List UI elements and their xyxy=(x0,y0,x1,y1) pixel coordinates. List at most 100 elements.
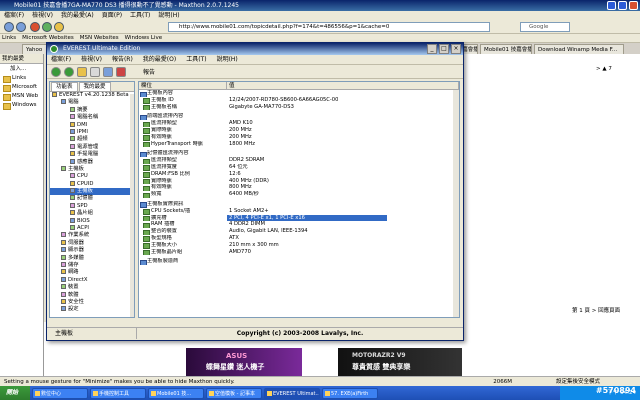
links-item[interactable]: MSN Websites xyxy=(80,34,119,42)
everest-window[interactable]: EVEREST Ultimate Edition _ □ × 檔案(F) 檢視(… xyxy=(46,42,464,341)
sidebar-item-msn[interactable]: MSN Web xyxy=(0,92,43,101)
minimize-button[interactable] xyxy=(607,1,616,10)
list-row[interactable]: RAM 插槽 4 DDR2 DIMM xyxy=(139,221,459,229)
close-button[interactable]: × xyxy=(451,44,461,54)
sidebar-item-links[interactable]: Links xyxy=(0,74,43,83)
list-row[interactable]: 主機板晶片組 AMD770 xyxy=(139,249,459,256)
tab-favorites[interactable]: 我的最愛 xyxy=(78,82,111,91)
report-button[interactable]: 報告 xyxy=(133,67,155,76)
maximize-button[interactable]: □ xyxy=(439,44,449,54)
tree-node[interactable]: BIOS xyxy=(50,217,134,225)
tree-node[interactable]: ACPI xyxy=(50,225,134,232)
list-row[interactable]: 匯流排類型 DDR2 SDRAM xyxy=(139,157,459,164)
sidebar-item-windows[interactable]: Windows xyxy=(0,101,43,110)
menu-file[interactable]: 檔案(F) xyxy=(4,11,24,20)
forward-icon[interactable] xyxy=(16,22,26,32)
column-value[interactable]: 值 xyxy=(227,82,459,89)
reply-page-link[interactable]: 第 1 頁 > 回應頁面 xyxy=(572,306,620,314)
taskbar-item[interactable]: Mobile01 技... xyxy=(148,387,204,399)
taskbar-item[interactable]: EVEREST Ultimat... xyxy=(264,387,320,399)
menu-view[interactable]: 檢視(V) xyxy=(32,11,53,20)
links-item[interactable]: Windows Live xyxy=(125,34,163,42)
refresh-icon[interactable] xyxy=(42,22,52,32)
list-row[interactable]: 有效時脈 800 MHz xyxy=(139,184,459,192)
list-section[interactable]: 記憶體匯流排內容 xyxy=(139,150,459,158)
menu-report[interactable]: 報告(R) xyxy=(112,55,133,64)
tree-node[interactable]: 晶片組 xyxy=(50,210,134,217)
column-field[interactable]: 欄位 xyxy=(139,82,227,89)
tree-node[interactable]: 設定 xyxy=(50,306,134,313)
menu-favorites[interactable]: 我的最愛(O) xyxy=(143,55,176,64)
list-row[interactable]: 整合的裝置 Audio, Gigabit LAN, IEEE-1394 xyxy=(139,228,459,235)
tree-node[interactable]: 電腦 xyxy=(50,99,134,106)
tab-winamp[interactable]: Download Winamp Media F... xyxy=(534,44,624,54)
tree-node[interactable]: 顯示器 xyxy=(50,247,134,254)
tree-node[interactable]: CPU xyxy=(50,173,134,180)
menu-view[interactable]: 檢視(V) xyxy=(81,55,102,64)
list-section[interactable]: 主機板製造商 xyxy=(139,258,459,266)
tree-node[interactable]: EVEREST v4.20.1238 Beta xyxy=(50,92,134,99)
taskbar-item[interactable]: 57. EXE(a)Firth xyxy=(322,387,378,399)
tree-node[interactable]: CPUID xyxy=(50,180,134,188)
navigation-tree[interactable]: 功能表 我的最愛 EVEREST v4.20.1238 Beta 電腦 摘要 電腦名稱… xyxy=(49,81,135,318)
tree-node[interactable]: 伺服器 xyxy=(50,239,134,247)
links-item[interactable]: Links xyxy=(2,34,16,42)
tree-node[interactable]: 裝置 xyxy=(50,284,134,291)
list-row[interactable]: 實際時脈 400 MHz (DDR) xyxy=(139,178,459,185)
user-icon[interactable] xyxy=(103,66,113,77)
tree-node[interactable]: IPMI xyxy=(50,128,134,136)
stop-icon[interactable] xyxy=(30,22,40,32)
menu-tools[interactable]: 工具(T) xyxy=(130,11,150,20)
list-row[interactable]: 主機板 ID 12/24/2007-RD780-SB600-6A66AG05C-0… xyxy=(139,97,459,104)
list-row[interactable]: 匯流排寬度 64 位元 xyxy=(139,164,459,171)
taskbar-item[interactable]: 數位中心 xyxy=(32,387,88,399)
list-scrollbar[interactable] xyxy=(453,90,459,317)
back-icon[interactable] xyxy=(51,66,61,77)
tree-node[interactable]: 儲存 xyxy=(50,261,134,269)
tree-node[interactable]: 作業系統 xyxy=(50,232,134,239)
menu-help[interactable]: 說明(H) xyxy=(217,55,238,64)
maximize-button[interactable] xyxy=(618,1,627,10)
list-row[interactable]: 板型規格 ATX xyxy=(139,235,459,242)
up-icon[interactable] xyxy=(77,66,87,77)
tree-node[interactable]: 多媒體 xyxy=(50,254,134,262)
list-section[interactable]: 主機板內容 xyxy=(139,90,459,97)
tree-node[interactable]: 軟體 xyxy=(50,291,134,299)
list-row[interactable]: DRAM:FSB 比例 12:6 xyxy=(139,171,459,178)
favorites-icon[interactable] xyxy=(116,66,126,77)
tree-node[interactable]: 電腦名稱 xyxy=(50,114,134,121)
tab-mobile01-b[interactable]: Mobile01 技嘉會播7GA... xyxy=(480,44,532,54)
list-row[interactable]: 匯流排類型 AMD K10 xyxy=(139,120,459,127)
start-button[interactable]: 開始 xyxy=(0,386,30,400)
close-button[interactable] xyxy=(629,1,638,10)
list-row[interactable]: 頻寬 6400 MB/秒 xyxy=(139,191,459,198)
minimize-button[interactable]: _ xyxy=(427,44,437,54)
list-row[interactable]: 實際時脈 200 MHz xyxy=(139,127,459,134)
taskbar-item[interactable]: 手機控制工具 xyxy=(90,387,146,399)
refresh-icon[interactable] xyxy=(90,66,100,77)
tree-node[interactable]: 主機板 xyxy=(50,165,134,173)
menu-favorites[interactable]: 我的最愛(A) xyxy=(61,11,94,20)
tree-node[interactable]: DirectX xyxy=(50,276,134,284)
back-icon[interactable] xyxy=(4,22,14,32)
sidebar-item-microsoft[interactable]: Microsoft xyxy=(0,83,43,92)
tree-node[interactable]: 感應器 xyxy=(50,158,134,166)
tree-node[interactable]: 手提電腦 xyxy=(50,151,134,158)
tree-scrollbar[interactable] xyxy=(130,94,134,317)
tab-menu[interactable]: 功能表 xyxy=(51,82,78,91)
list-row[interactable]: CPU Sockets/插 1 Socket AM2+ xyxy=(139,208,459,215)
tree-node[interactable]: 超頻 xyxy=(50,136,134,143)
list-row[interactable]: 主機板大小 210 mm x 300 mm xyxy=(139,242,459,249)
menu-help[interactable]: 說明(H) xyxy=(158,11,179,20)
list-row[interactable]: HyperTransport 時脈 1800 MHz xyxy=(139,141,459,148)
forward-icon[interactable] xyxy=(64,66,74,77)
menu-page[interactable]: 頁面(P) xyxy=(102,11,122,20)
add-favorite-button[interactable]: 加入... xyxy=(0,64,43,74)
links-item[interactable]: Microsoft Websites xyxy=(22,34,74,42)
taskbar-item[interactable]: 空值模板 - 記事本 xyxy=(206,387,262,399)
tree-node[interactable]: 記憶體 xyxy=(50,195,134,202)
tree-node[interactable]: DMI xyxy=(50,121,134,129)
list-row[interactable]: 有效時脈 200 MHz xyxy=(139,134,459,141)
menu-file[interactable]: 檔案(F) xyxy=(51,55,71,64)
list-section[interactable]: 主機板實際資訊 xyxy=(139,201,459,208)
